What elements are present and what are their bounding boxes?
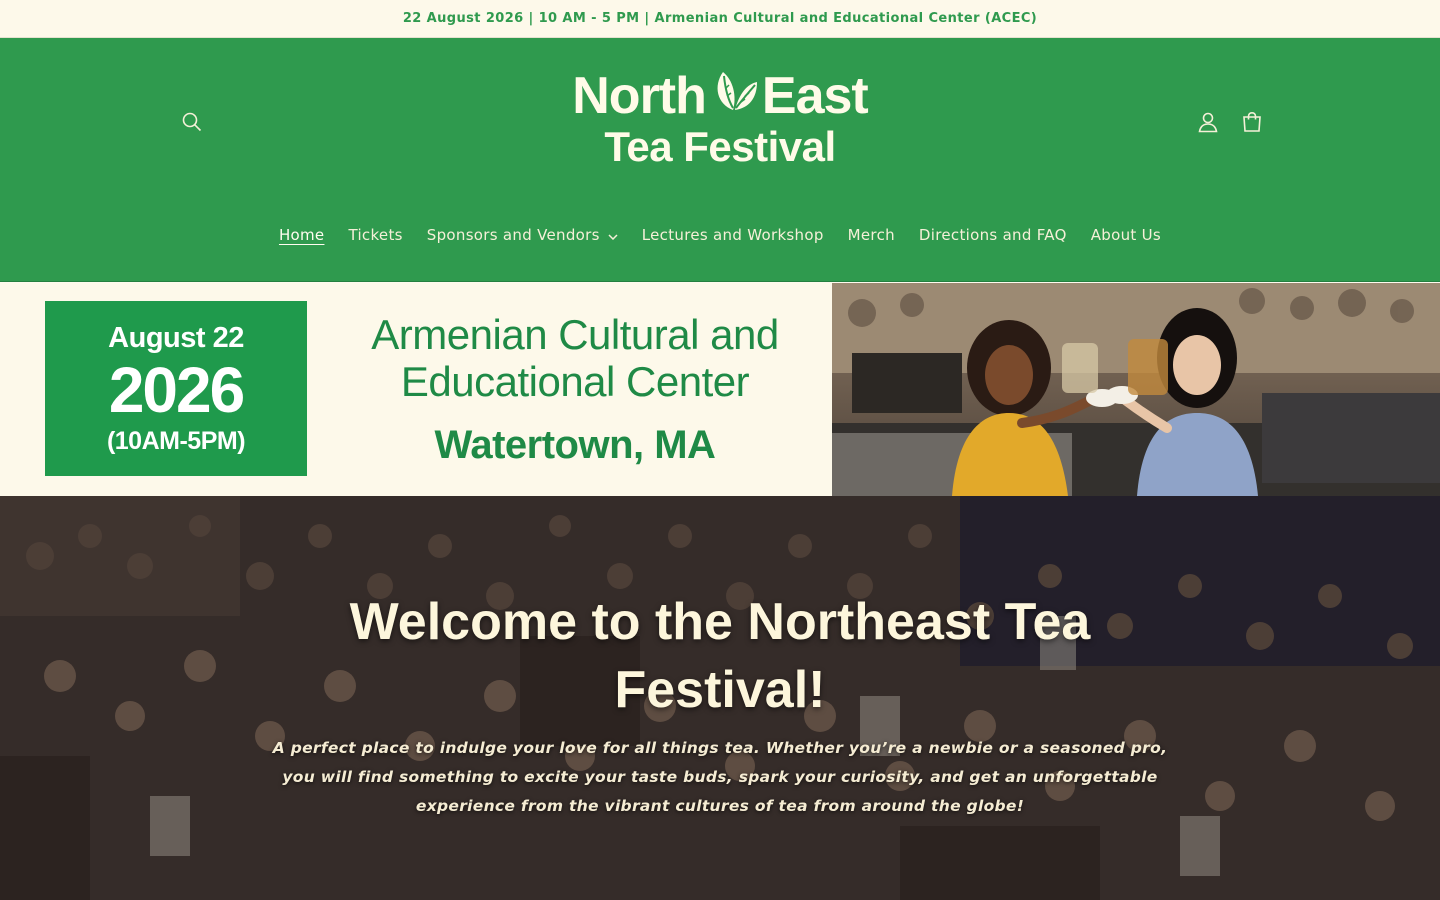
site-logo[interactable]: North East Tea Festival (540, 66, 900, 176)
nav-lectures-and-workshop[interactable]: Lectures and Workshop (630, 212, 836, 258)
chevron-down-icon (608, 226, 618, 244)
venue-name-line2: Educational Center (400, 358, 750, 405)
nav-sponsors-and-vendors[interactable]: Sponsors and Vendors (415, 212, 630, 258)
nav-tickets[interactable]: Tickets (336, 212, 414, 258)
tea-leaf-icon (709, 66, 759, 125)
nav-label: Lectures and Workshop (641, 226, 824, 244)
main-nav: Home Tickets Sponsors and Vendors Lectur… (0, 212, 1440, 258)
nav-label: Merch (847, 226, 895, 244)
event-date-month: August 22 (108, 321, 244, 354)
search-icon[interactable] (172, 102, 212, 142)
logo-text-east: East (761, 66, 869, 125)
event-banner: August 22 2026 (10AM-5PM) Armenian Cultu… (0, 283, 1440, 496)
nav-label: Tickets (348, 226, 403, 244)
nav-about-us[interactable]: About Us (1079, 212, 1173, 258)
account-icon[interactable] (1188, 102, 1228, 142)
announcement-text: 22 August 2026 | 10 AM - 5 PM | Armenian… (402, 11, 1038, 26)
event-date-year: 2026 (108, 353, 245, 426)
nav-merch[interactable]: Merch (836, 212, 907, 258)
event-date-box: August 22 2026 (10AM-5PM) (45, 301, 307, 476)
announcement-bar: 22 August 2026 | 10 AM - 5 PM | Armenian… (0, 0, 1440, 38)
nav-directions-and-faq[interactable]: Directions and FAQ (907, 212, 1079, 258)
nav-label: Home (278, 226, 325, 244)
hero-subtitle: A perfect place to indulge your love for… (272, 739, 1168, 815)
hero-section: Welcome to the Northeast Tea Festival! A… (0, 496, 1440, 900)
hero-title: Welcome to the Northeast Tea Festival! (349, 593, 1091, 719)
nav-label: About Us (1090, 226, 1162, 244)
tea-tasting-photo (832, 283, 1440, 496)
logo-text-north: North (572, 66, 707, 125)
nav-label: Directions and FAQ (918, 226, 1067, 244)
event-hours: (10AM-5PM) (106, 426, 246, 455)
nav-label: Sponsors and Vendors (426, 226, 600, 244)
site-header: North East Tea Festival Home Tickets Spo… (0, 38, 1440, 282)
event-venue: Armenian Cultural and Educational Center… (340, 311, 810, 468)
cart-icon[interactable] (1232, 102, 1272, 142)
logo-text-tea-festival: Tea Festival (604, 123, 836, 170)
venue-name-line1: Armenian Cultural and (371, 311, 779, 358)
nav-home[interactable]: Home (267, 212, 337, 258)
venue-city: Watertown, MA (434, 423, 716, 467)
